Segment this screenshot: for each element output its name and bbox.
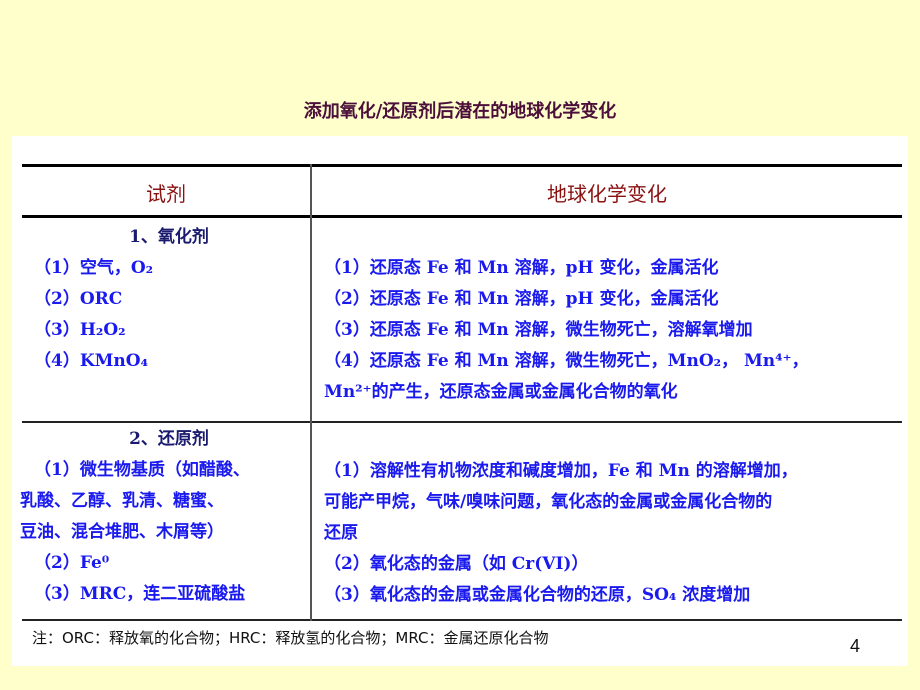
reagent-item: （3）H₂O₂: [34, 320, 126, 340]
change-item: （1）溶解性有机物浓度和碱度增加，Fe 和 Mn 的溶解增加，: [324, 461, 798, 481]
table-bottom-rule: [22, 619, 902, 621]
change-item: （1）还原态 Fe 和 Mn 溶解，pH 变化，金属活化: [324, 258, 719, 278]
slide-title: 添加氧化/还原剂后潜在的地球化学变化: [303, 101, 617, 122]
change-item: 还原: [324, 523, 358, 543]
section-heading-reductant: 2、还原剂: [129, 429, 209, 449]
header-reagent: 试剂: [146, 182, 186, 206]
oxidant-changes-cell: （1）还原态 Fe 和 Mn 溶解，pH 变化，金属活化 （2）还原态 Fe 和…: [324, 253, 904, 408]
footnote: 注：ORC：释放氧的化合物；HRC：释放氢的化合物；MRC：金属还原化合物: [32, 629, 549, 647]
reagent-item: （2）Fe⁰: [34, 553, 110, 573]
change-item: 可能产甲烷，气味/嗅味问题，氧化态的金属或金属化合物的: [324, 492, 773, 512]
reagent-item: （4）KMnO₄: [34, 351, 149, 371]
reductant-reagents-cell: 2、还原剂 （1）微生物基质（如醋酸、 乳酸、乙醇、乳清、糖蜜、 豆油、混合堆肥…: [20, 424, 304, 610]
change-item: （3）氧化态的金属或金属化合物的还原，SO₄ 浓度增加: [324, 585, 751, 605]
reagent-item: （3）MRC，连二亚硫酸盐: [34, 584, 246, 604]
table-header-rule: [22, 215, 902, 218]
change-item: （2）还原态 Fe 和 Mn 溶解，pH 变化，金属活化: [324, 289, 719, 309]
header-change: 地球化学变化: [547, 182, 667, 206]
table-top-rule: [22, 164, 902, 167]
reagent-item: （2）ORC: [34, 289, 123, 309]
change-item: （4）还原态 Fe 和 Mn 溶解，微生物死亡，MnO₂， Mn⁴⁺，: [324, 351, 809, 371]
reductant-changes-cell: （1）溶解性有机物浓度和碱度增加，Fe 和 Mn 的溶解增加， 可能产甲烷，气味…: [324, 456, 904, 611]
change-item: （2）氧化态的金属（如 Cr(VI)）: [324, 554, 589, 574]
table-section-rule: [22, 421, 902, 423]
reagent-item: （1）空气，O₂: [34, 258, 154, 278]
reagent-item: （1）微生物基质（如醋酸、: [34, 460, 250, 480]
change-item: Mn²⁺的产生，还原态金属或金属化合物的氧化: [324, 382, 678, 402]
oxidant-reagents-cell: 1、氧化剂 （1）空气，O₂ （2）ORC （3）H₂O₂ （4）KMnO₄: [34, 222, 304, 377]
table-column-divider: [310, 164, 312, 621]
reagent-item: 豆油、混合堆肥、木屑等）: [20, 522, 224, 542]
reagent-item: 乳酸、乙醇、乳清、糖蜜、: [20, 491, 224, 511]
change-item: （3）还原态 Fe 和 Mn 溶解，微生物死亡，溶解氧增加: [324, 320, 753, 340]
page-number: 4: [850, 636, 861, 656]
section-heading-oxidant: 1、氧化剂: [129, 227, 209, 247]
